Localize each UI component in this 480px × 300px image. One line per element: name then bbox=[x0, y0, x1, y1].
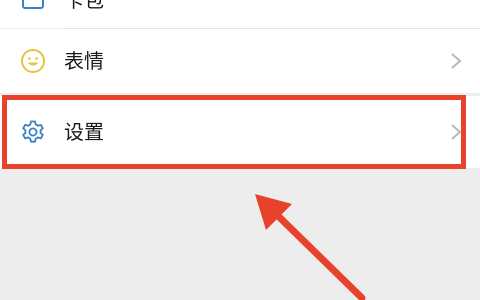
wallet-icon bbox=[20, 0, 46, 14]
annotation-highlight-box bbox=[2, 95, 466, 169]
emoji-icon bbox=[20, 48, 46, 74]
chevron-right-icon bbox=[450, 52, 462, 70]
menu-item-label: 卡包 bbox=[64, 0, 104, 12]
menu-item-wallet[interactable]: 卡包 bbox=[0, 0, 480, 28]
menu-item-emoji[interactable]: 表情 bbox=[0, 29, 480, 93]
menu-item-label: 表情 bbox=[64, 49, 104, 73]
